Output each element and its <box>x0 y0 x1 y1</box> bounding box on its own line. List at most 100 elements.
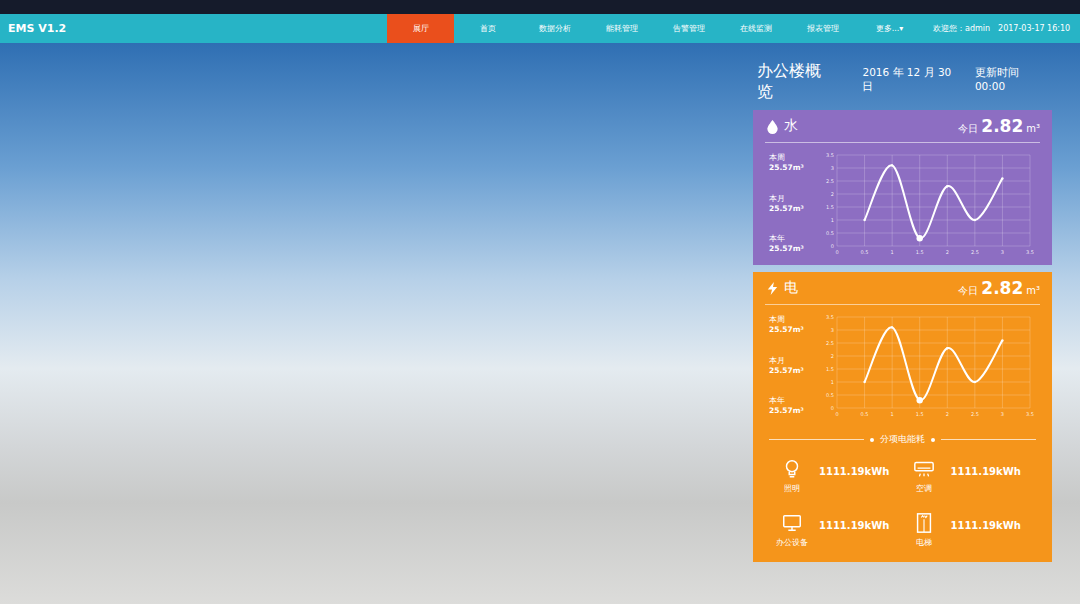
x-tick: 3 <box>1001 249 1004 255</box>
grid-line <box>837 246 1030 247</box>
y-tick: 1.5 <box>826 204 834 210</box>
grid-line <box>1030 155 1031 246</box>
x-tick: 3.5 <box>1026 411 1034 417</box>
sub-energy-title: 分项电能耗 <box>769 433 1036 446</box>
data-point[interactable] <box>917 235 923 241</box>
y-tick: 2.5 <box>826 178 834 184</box>
grid-line <box>837 369 1030 370</box>
energy-card: 水今日2.82m³本周25.57m³本月25.57m³本年25.57m³00.5… <box>753 110 1052 265</box>
y-tick: 3.5 <box>826 152 834 158</box>
nav-item[interactable]: 在线监测 <box>722 14 789 43</box>
card-header: 水今日2.82m³ <box>765 110 1040 143</box>
stat-item: 本年25.57m³ <box>769 396 821 415</box>
y-tick: 2 <box>831 191 834 197</box>
data-point[interactable] <box>946 347 948 349</box>
nav-item[interactable]: 首页 <box>454 14 521 43</box>
nav-item[interactable]: 告警管理 <box>655 14 722 43</box>
nav-item[interactable]: 报表管理 <box>789 14 856 43</box>
light-bulb-icon <box>781 458 803 480</box>
y-tick: 1.5 <box>826 366 834 372</box>
grid-line <box>974 317 975 408</box>
stat-item: 本周25.57m³ <box>769 315 821 334</box>
x-tick: 1.5 <box>916 249 924 255</box>
grid-line <box>837 168 1030 169</box>
stat-item: 本周25.57m³ <box>769 153 821 172</box>
grid-line <box>892 317 893 408</box>
y-tick: 0 <box>831 243 834 249</box>
grid-line <box>1002 317 1003 408</box>
x-tick: 1 <box>891 249 894 255</box>
today-reading: 今日2.82m³ <box>958 116 1040 136</box>
y-tick: 2.5 <box>826 340 834 346</box>
sub-energy-item: 照明1111.19kWh <box>775 458 899 494</box>
card-title: 电 <box>784 279 798 297</box>
building-photo: 办公楼概览 2016 年 12 月 30 日更新时间 00:00 水今日2.82m³… <box>0 43 1080 604</box>
data-point[interactable] <box>863 219 865 221</box>
card-body: 本周25.57m³本月25.57m³本年25.57m³00.511.522.53… <box>753 143 1052 265</box>
stat-item: 本月25.57m³ <box>769 194 821 213</box>
nav-item[interactable]: 展厅 <box>387 14 454 43</box>
x-tick: 0.5 <box>861 411 869 417</box>
brand: EMS V1.2 <box>0 14 387 43</box>
grid-line <box>837 155 838 246</box>
nav-bar: EMS V1.2展厅首页数据分析能耗管理告警管理在线监测报表管理更多...▾ 欢迎… <box>0 14 1080 43</box>
today-reading: 今日2.82m³ <box>958 278 1040 298</box>
air-conditioner-icon <box>913 458 935 480</box>
grid-line <box>1002 155 1003 246</box>
nav-item[interactable]: 更多...▾ <box>856 14 923 43</box>
x-tick: 2 <box>946 249 949 255</box>
overview-title: 办公楼概览 <box>757 61 836 103</box>
grid-line <box>837 382 1030 383</box>
sub-energy-item: 办公设备1111.19kWh <box>775 512 899 548</box>
grid-line <box>837 233 1030 234</box>
page: EMS V1.2展厅首页数据分析能耗管理告警管理在线监测报表管理更多...▾ 欢迎… <box>0 0 1080 604</box>
series-line <box>865 165 1003 238</box>
energy-card: 电 今日2.82m³ 本周25.57m³本月25.57m³本年25.57m³ 0 0.5… <box>753 272 1052 562</box>
x-tick: 0 <box>835 249 838 255</box>
nav-item[interactable]: 数据分析 <box>521 14 588 43</box>
data-point[interactable] <box>1001 177 1003 179</box>
y-tick: 2 <box>831 353 834 359</box>
nav-item[interactable]: 能耗管理 <box>588 14 655 43</box>
line-chart: 00.511.522.533.500.511.522.533.5 <box>825 313 1035 421</box>
sub-energy-item: 电梯1111.19kWh <box>907 512 1031 548</box>
data-point[interactable] <box>974 381 976 383</box>
y-tick: 1 <box>831 379 834 385</box>
data-point[interactable] <box>863 381 865 383</box>
card-body: 本周25.57m³本月25.57m³本年25.57m³ 0 0.5 1 1.5 2 2.5 3… <box>753 305 1052 427</box>
x-tick: 2.5 <box>971 249 979 255</box>
x-tick: 3.5 <box>1026 249 1034 255</box>
grid-line <box>837 194 1030 195</box>
y-tick: 0 <box>831 405 834 411</box>
sub-energy-item: 空调1111.19kWh <box>907 458 1031 494</box>
overview-header: 办公楼概览 2016 年 12 月 30 日更新时间 00:00 <box>753 61 1052 103</box>
data-point[interactable] <box>917 397 923 403</box>
clock: 2017-03-17 16:10 <box>998 14 1070 43</box>
grid-line <box>837 330 1030 331</box>
data-point[interactable] <box>974 219 976 221</box>
top-strip <box>0 0 1080 14</box>
stats-list: 本周25.57m³本月25.57m³本年25.57m³ <box>769 151 821 259</box>
y-tick: 3 <box>831 165 834 171</box>
grid-line <box>892 155 893 246</box>
sub-energy: 分项电能耗照明1111.19kWh空调1111.19kWh办公设备1111.19… <box>753 427 1052 548</box>
stats-list: 本周25.57m³本月25.57m³本年25.57m³ <box>769 313 821 421</box>
data-point[interactable] <box>891 164 893 166</box>
update-time: 更新时间 00:00 <box>975 66 1052 92</box>
data-point[interactable] <box>1001 339 1003 341</box>
monitor-icon <box>781 512 803 534</box>
welcome-text: 欢迎您：admin <box>933 14 990 43</box>
grid-line <box>837 408 1030 409</box>
water-drop-icon <box>765 119 780 134</box>
grid-line <box>919 317 920 408</box>
x-tick: 1 <box>891 411 894 417</box>
lightning-icon <box>765 281 780 296</box>
y-tick: 1 <box>831 217 834 223</box>
overview-date: 2016 年 12 月 30 日 <box>862 66 964 94</box>
data-point[interactable] <box>891 326 893 328</box>
grid-line <box>1030 317 1031 408</box>
data-point[interactable] <box>946 185 948 187</box>
grid-line <box>837 207 1030 208</box>
x-tick: 2.5 <box>971 411 979 417</box>
grid-line <box>974 155 975 246</box>
